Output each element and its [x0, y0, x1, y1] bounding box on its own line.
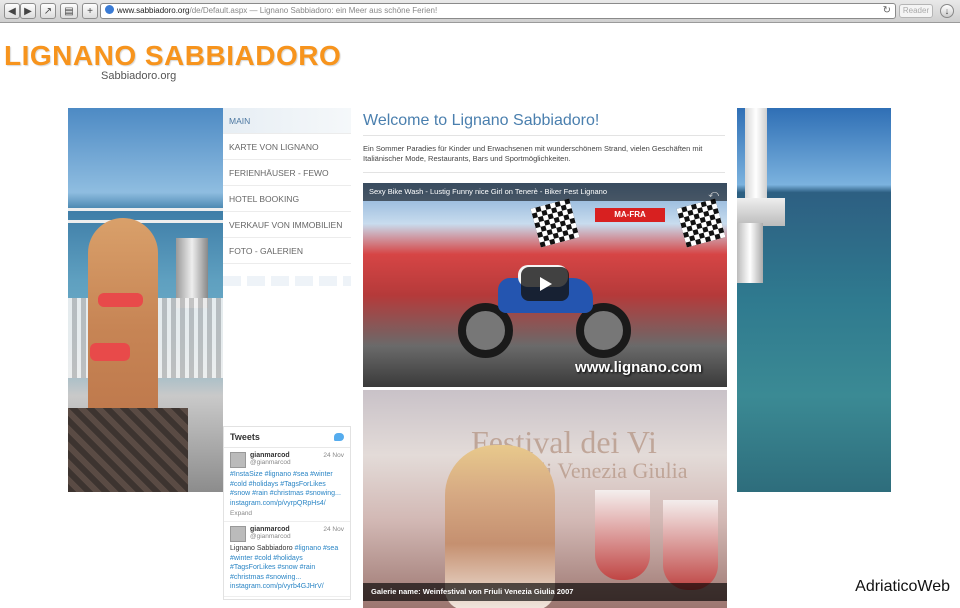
- avatar[interactable]: [230, 452, 246, 468]
- railing: [68, 208, 223, 211]
- tower: [745, 108, 767, 203]
- tweet-text[interactable]: Lignano Sabbiadoro #lignano #sea #winter…: [230, 544, 344, 592]
- tweet-expand-link[interactable]: Expand: [230, 510, 344, 517]
- gallery-caption: Galerie name: Weinfestival von Friuli Ve…: [363, 583, 727, 601]
- tweet-text[interactable]: #InstaSize #lignano #sea #winter #cold #…: [230, 470, 344, 508]
- url-main: www.sabbiadoro.org: [117, 6, 190, 15]
- reader-button[interactable]: Reader: [899, 4, 933, 18]
- address-bar[interactable]: www.sabbiadoro.org/de/Default.aspx — Lig…: [100, 3, 896, 19]
- avatar[interactable]: [230, 526, 246, 542]
- checkered-flag: [676, 198, 726, 248]
- video-title[interactable]: Sexy Bike Wash - Lustig Funny nice Girl …: [369, 187, 607, 196]
- nav-item-karte[interactable]: KARTE VON LIGNANO: [223, 134, 351, 160]
- new-tab-button[interactable]: +: [82, 3, 98, 19]
- play-button-icon[interactable]: [521, 267, 569, 301]
- nav-item-foto-galerien[interactable]: FOTO - GALERIEN: [223, 238, 351, 264]
- tweets-heading: Tweets: [230, 432, 260, 442]
- beach-photo-left: [68, 108, 223, 492]
- reload-icon[interactable]: ↻: [883, 4, 891, 18]
- tweet-date[interactable]: 24 Nov: [323, 452, 344, 459]
- nav-item-immobilien[interactable]: VERKAUF VON IMMOBILIEN: [223, 212, 351, 238]
- tweet-text-plain: Lignano Sabbiadoro: [230, 545, 293, 552]
- railing: [68, 220, 223, 223]
- twitter-widget: Tweets gianmarcod @gianmarcod 24 Nov #In…: [223, 426, 351, 600]
- browser-toolbar: ◀ ▶ ↗ ▤ + www.sabbiadoro.org/de/Default.…: [0, 0, 960, 23]
- site-title[interactable]: LIGNANO SABBIADORO: [4, 40, 341, 72]
- intro-text: Ein Sommer Paradies für Kinder und Erwac…: [363, 144, 703, 163]
- corner-watermark: AdriaticoWeb: [853, 578, 952, 596]
- checkered-flag: [530, 198, 580, 248]
- main-content: Welcome to Lignano Sabbiadoro! Ein Somme…: [351, 108, 737, 608]
- swimsuit-top: [98, 293, 143, 307]
- wine-glass: [595, 490, 650, 580]
- twitter-bird-icon[interactable]: [334, 433, 344, 441]
- tweets-header: Tweets: [224, 427, 350, 448]
- swimsuit-bottom: [90, 343, 130, 361]
- downloads-icon[interactable]: ↓: [940, 4, 954, 18]
- page-title: — Lignano Sabbiadoro: ein Meer aus schön…: [247, 6, 438, 15]
- pier-pillar: [737, 223, 763, 283]
- video-title-bar: Sexy Bike Wash - Lustig Funny nice Girl …: [363, 183, 727, 201]
- back-button[interactable]: ◀: [4, 3, 20, 19]
- nav-item-ferienhaeuser[interactable]: FERIENHÄUSER - FEWO: [223, 160, 351, 186]
- tweet-handle[interactable]: @gianmarcod: [250, 533, 344, 540]
- video-banner: MA-FRA: [595, 208, 665, 222]
- nav-decoration: [223, 276, 351, 286]
- tweet-date[interactable]: 24 Nov: [323, 526, 344, 533]
- divider: [363, 172, 725, 173]
- forward-button[interactable]: ▶: [20, 3, 36, 19]
- tweet-item: gianmarcod @gianmarcod 24 Nov Lignano Sa…: [224, 522, 350, 597]
- gallery-image[interactable]: Festival dei Vi del Friuli Venezia Giuli…: [363, 390, 727, 608]
- youtube-video[interactable]: MA-FRA Sexy Bike Wash - Lustig Funny nic…: [363, 183, 727, 387]
- bookmarks-button[interactable]: ▤: [60, 3, 78, 19]
- globe-icon: [105, 5, 114, 14]
- sea-photo-right: [737, 108, 891, 492]
- site-subtitle: Sabbiadoro.org: [101, 70, 177, 82]
- share-button[interactable]: ↗: [40, 3, 56, 19]
- welcome-heading: Welcome to Lignano Sabbiadoro!: [363, 112, 600, 129]
- wine-glass: [663, 500, 718, 590]
- pier-platform: [737, 198, 785, 226]
- wicker-chair: [68, 408, 188, 492]
- nav-item-hotel-booking[interactable]: HOTEL BOOKING: [223, 186, 351, 212]
- tweet-item: gianmarcod @gianmarcod 24 Nov #InstaSize…: [224, 448, 350, 522]
- divider: [363, 135, 725, 136]
- share-icon[interactable]: ⤺: [708, 186, 719, 204]
- url-path: /de/Default.aspx: [189, 6, 248, 15]
- nav-item-main[interactable]: MAIN: [223, 108, 351, 134]
- tweet-handle[interactable]: @gianmarcod: [250, 459, 344, 466]
- video-watermark: www.lignano.com: [575, 359, 702, 376]
